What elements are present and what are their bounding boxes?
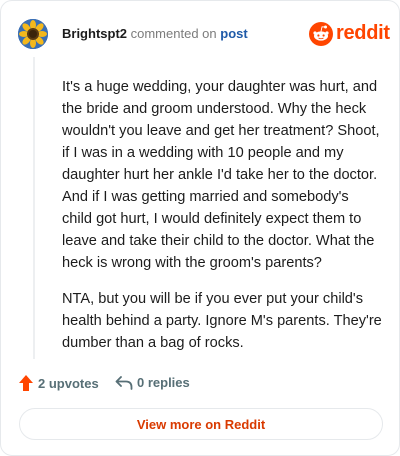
commented-on-text: commented on [130,26,217,41]
post-link[interactable]: post [220,26,247,41]
comment-paragraph: It's a huge wedding, your daughter was h… [62,79,380,271]
view-more-on-reddit-button[interactable]: View more on Reddit [19,408,383,440]
comment-embed-card: Brightspt2 commented on post reddit It's… [0,0,400,456]
upvote-control[interactable]: 2 upvotes [19,375,99,391]
thread-line [33,57,35,359]
reddit-wordmark: reddit [336,22,390,44]
view-more-label: View more on Reddit [136,416,266,432]
replies-control[interactable]: 0 replies [115,375,190,390]
reply-arrow-icon [115,375,133,390]
comment-meta: Brightspt2 commented on post [62,26,248,41]
sunflower-avatar-icon [18,19,48,49]
upvote-count: 2 upvotes [38,375,99,391]
comment-paragraph: NTA, but you will be if you ever put you… [62,291,382,351]
reddit-logo[interactable]: reddit [309,21,390,47]
user-avatar[interactable] [18,19,48,49]
comment-body: It's a huge wedding, your daughter was h… [62,76,382,368]
reply-count: 0 replies [137,375,190,390]
upvote-arrow-icon [19,375,33,391]
reddit-snoo-icon [309,22,333,46]
comment-header: Brightspt2 commented on post reddit [18,19,390,49]
author-name[interactable]: Brightspt2 [62,26,127,41]
